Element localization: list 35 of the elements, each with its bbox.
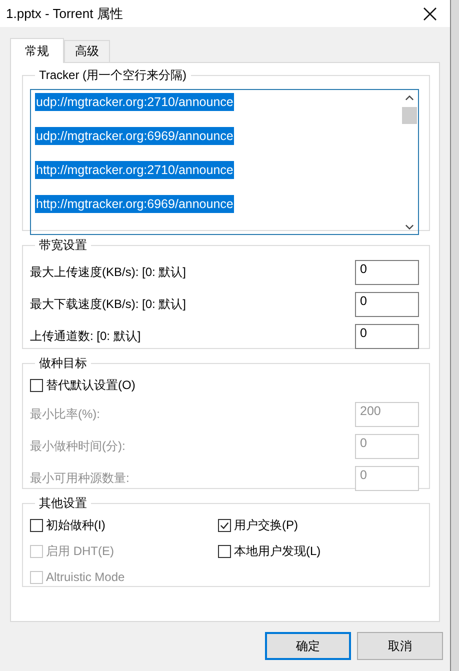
tracker-list[interactable]: udp://mgtracker.org:2710/announce udp://mgtracker.org:6969/announce http://mgtracker.org:2710/announce http://mgtracker.org:6969/announce: [30, 89, 419, 235]
field-label: 最大上传速度(KB/s): [0: 默认]: [30, 264, 186, 280]
scroll-thumb[interactable]: [402, 107, 417, 124]
tracker-url[interactable]: http://mgtracker.org:2710/announce: [35, 161, 234, 179]
tracker-url[interactable]: udp://mgtracker.org:2710/announce: [35, 93, 234, 111]
tracker-url[interactable]: udp://mgtracker.org:6969/announce: [35, 127, 234, 145]
number-field[interactable]: 0: [355, 260, 419, 284]
group-title: 做种目标: [38, 355, 88, 372]
tracker-url[interactable]: http://mgtracker.org:6969/announce: [35, 195, 234, 213]
checkbox[interactable]: [30, 518, 43, 532]
tab[interactable]: 常规: [10, 38, 64, 63]
field-label: 最小做种时间(分):: [30, 438, 126, 454]
number-field[interactable]: 0: [355, 324, 419, 348]
number-field[interactable]: 0: [355, 292, 419, 316]
checkbox-label[interactable]: 本地用户发现(L): [234, 542, 321, 560]
checkbox-label[interactable]: 替代默认设置(O): [46, 376, 136, 394]
checkbox-label[interactable]: 初始做种(I): [46, 516, 106, 534]
close-icon[interactable]: [423, 6, 437, 20]
group-title: 其他设置: [38, 495, 88, 512]
group-title: Tracker (用一个空行来分隔): [38, 67, 188, 84]
checkbox[interactable]: [30, 378, 43, 392]
scroll-up-icon[interactable]: [405, 95, 414, 101]
scroll-down-icon[interactable]: [405, 224, 414, 230]
checkbox[interactable]: [218, 518, 231, 532]
field-label: 最小可用种源数量:: [30, 470, 130, 486]
checkbox-label[interactable]: 用户交换(P): [234, 516, 298, 534]
tab[interactable]: 高级: [64, 40, 110, 62]
window-title: 1.pptx - Torrent 属性: [6, 4, 124, 22]
dialog-button[interactable]: 确定: [265, 632, 351, 660]
checkbox[interactable]: [218, 544, 231, 558]
field-label: 最小比率(%):: [30, 406, 100, 422]
group-title: 带宽设置: [38, 237, 88, 254]
field-label: 最大下载速度(KB/s): [0: 默认]: [30, 296, 186, 312]
dialog-button[interactable]: 取消: [357, 632, 443, 660]
field-label: 上传通道数: [0: 默认]: [30, 328, 141, 344]
